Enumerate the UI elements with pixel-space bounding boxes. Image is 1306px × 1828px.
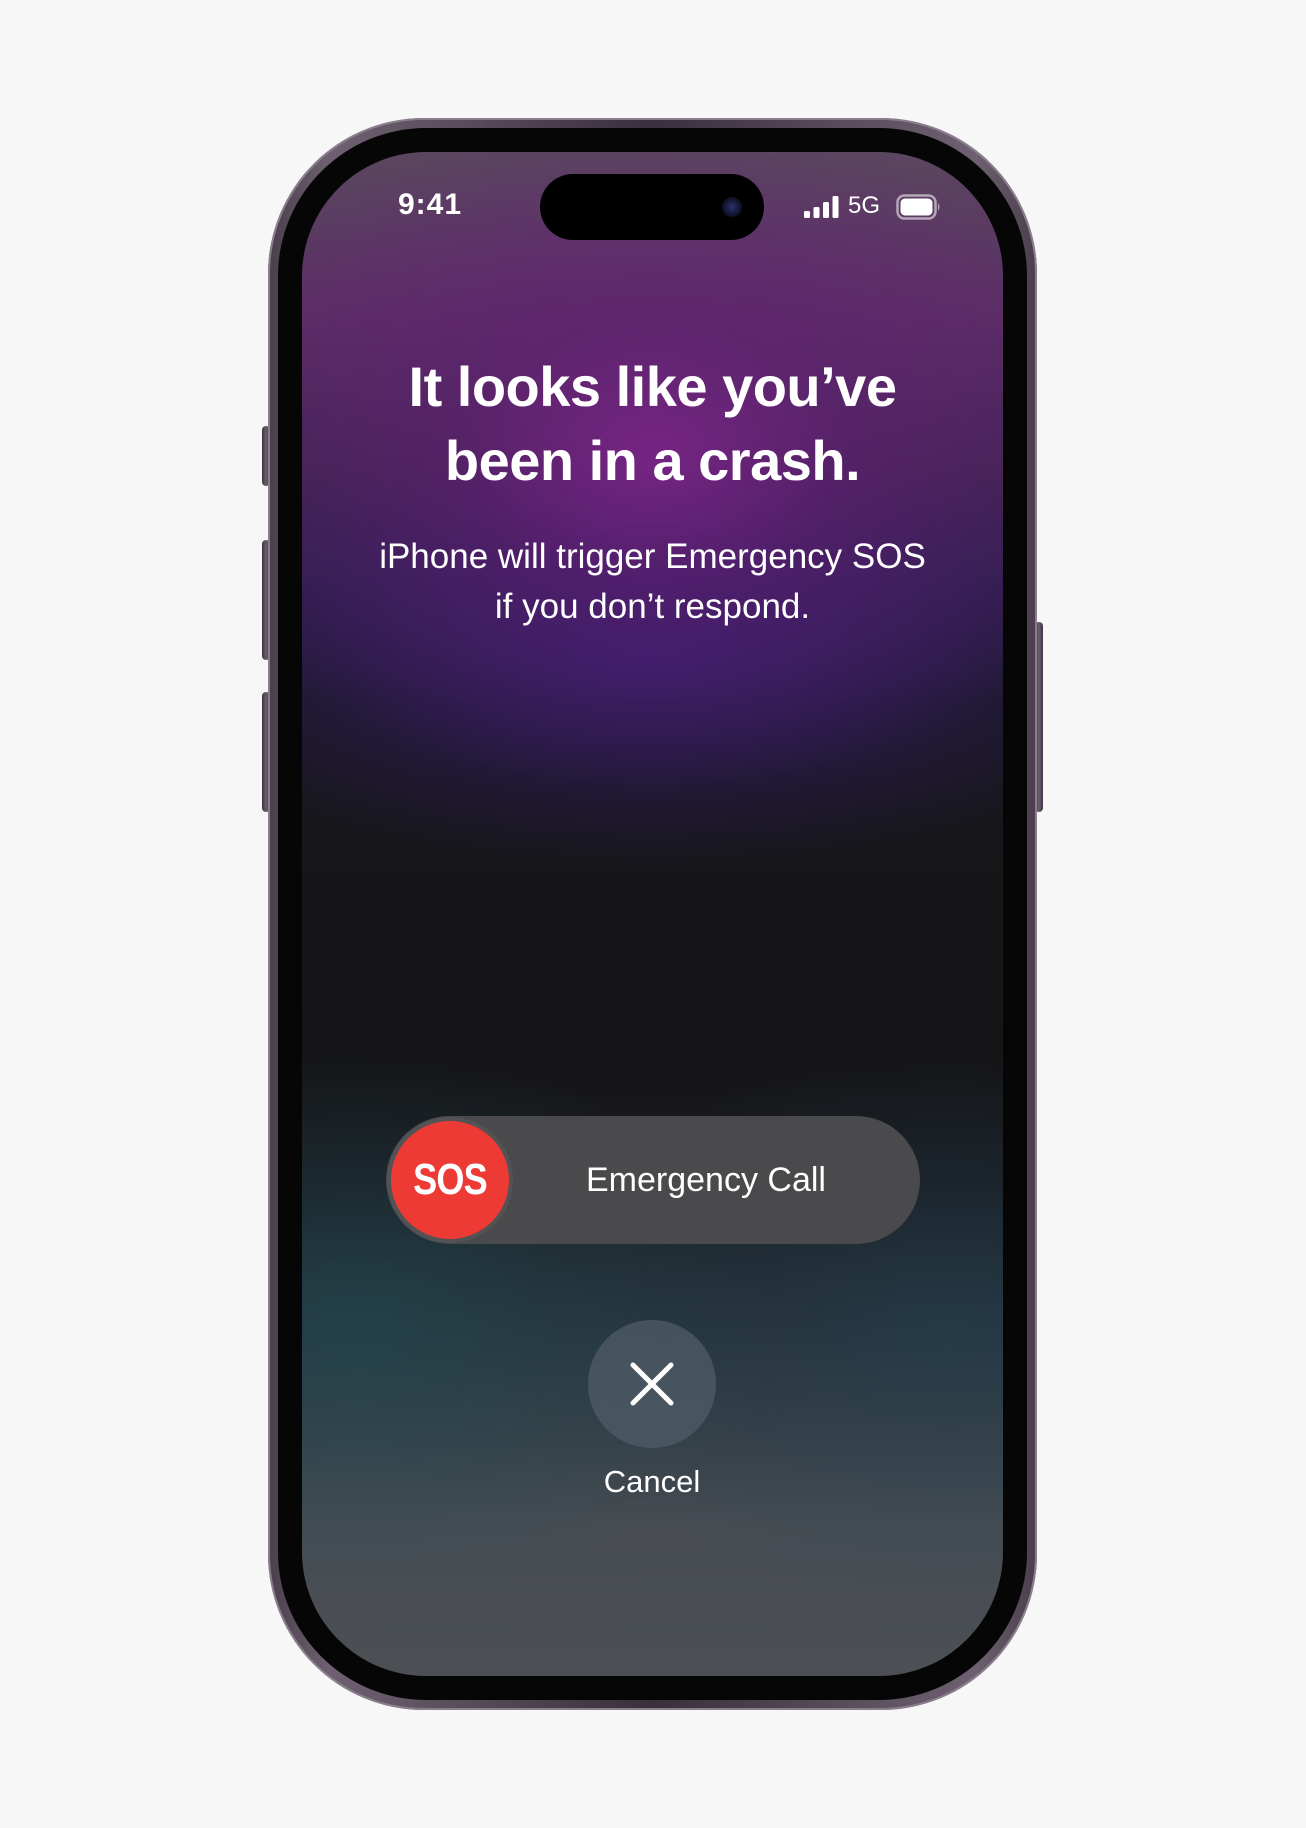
battery-icon [896, 194, 940, 220]
message-line-2: if you don’t respond. [494, 587, 811, 626]
sos-slider-knob[interactable]: SOS [391, 1121, 509, 1239]
emergency-call-label: Emergency Call [586, 1161, 826, 1199]
network-type-label: 5G [848, 192, 881, 219]
close-icon [630, 1362, 674, 1406]
sos-knob-label: SOS [413, 1155, 488, 1204]
headline-line-2: been in a crash. [444, 429, 861, 492]
headline-line-1: It looks like you’ve [408, 355, 897, 418]
crash-headline: It looks like you’ve been in a crash. [342, 350, 963, 498]
crash-message: iPhone will trigger Emergency SOS if you… [332, 532, 973, 632]
message-line-1: iPhone will trigger Emergency SOS [379, 537, 926, 576]
front-camera-icon [722, 197, 742, 217]
cancel-button[interactable] [588, 1320, 716, 1448]
cancel-label: Cancel [603, 1464, 701, 1499]
dynamic-island [540, 174, 764, 240]
status-bar: 9:41 5G [302, 152, 1003, 262]
status-time: 9:41 [398, 188, 463, 221]
cellular-signal-icon [804, 196, 839, 218]
emergency-call-slider[interactable]: SOS Emergency Call [386, 1116, 920, 1244]
crash-detection-screen: 9:41 5G It looks like you’ve been in a c… [302, 152, 1003, 1676]
